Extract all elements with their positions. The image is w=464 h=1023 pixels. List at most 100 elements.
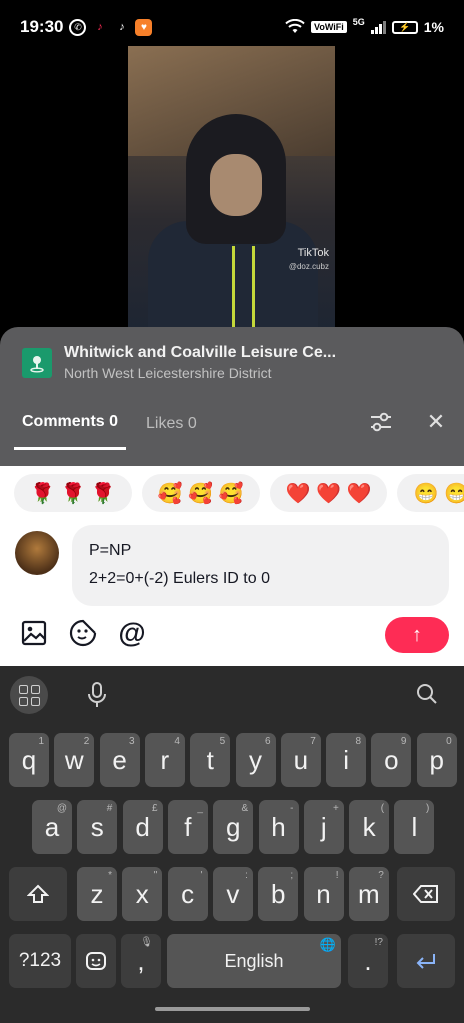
key-hint: ' xyxy=(200,870,203,881)
key-hint: 2 xyxy=(83,736,90,747)
location-subtitle: North West Leicestershire District xyxy=(64,365,272,381)
backspace-key[interactable] xyxy=(397,867,455,921)
key-o[interactable]: o9 xyxy=(371,733,412,787)
key-label: s xyxy=(90,811,104,842)
globe-icon: 🌐 xyxy=(319,937,336,952)
enter-icon xyxy=(416,954,435,969)
period-key[interactable]: . !? xyxy=(348,934,388,988)
emoji-chip-grin[interactable]: 😁 😁 xyxy=(397,474,464,512)
key-hint: ? xyxy=(378,870,384,881)
key-hint: 5 xyxy=(219,736,226,747)
key-j[interactable]: j + xyxy=(303,800,344,854)
key-a[interactable]: a @ xyxy=(32,800,72,854)
shift-key[interactable] xyxy=(9,867,67,921)
keyboard-menu-icon[interactable] xyxy=(10,676,48,714)
keyboard: q1w2e3r4t5y6u7i8o9p0 a @ s # d £ f _ g & h - j + k(l) … xyxy=(0,666,464,1023)
key-m[interactable]: m? xyxy=(348,867,389,921)
key-r[interactable]: r4 xyxy=(144,733,185,787)
tiktok-icon: ♪ xyxy=(119,21,125,33)
key-l[interactable]: l) xyxy=(394,800,435,854)
key-hint: £ xyxy=(152,803,158,814)
tiktok-watermark: TikTok @doz.cubz xyxy=(289,246,329,274)
network-type: 5G xyxy=(352,17,365,27)
image-icon[interactable] xyxy=(19,618,49,648)
period-key-hint: !? xyxy=(374,937,383,948)
key-hint: * xyxy=(108,870,112,881)
battery-percent: 1% xyxy=(423,19,444,35)
key-label: p xyxy=(429,744,444,775)
key-q[interactable]: q1 xyxy=(9,733,49,787)
comma-key[interactable]: , 🎙 xyxy=(121,934,161,988)
comment-input[interactable]: P=NP 2+2=0+(-2) Eulers ID to 0 xyxy=(72,525,449,606)
key-k[interactable]: k( xyxy=(349,800,390,854)
space-key[interactable]: English 🌐 xyxy=(167,934,341,988)
period-key-label: . xyxy=(364,945,372,976)
key-hint: ; xyxy=(290,870,294,881)
key-hint: 9 xyxy=(400,736,407,747)
key-n[interactable]: n! xyxy=(303,867,344,921)
comment-tabs: Comments 0 Likes 0 xyxy=(14,413,197,450)
key-hint: 7 xyxy=(310,736,316,747)
close-icon[interactable]: ✕ xyxy=(426,411,446,433)
key-d[interactable]: d £ xyxy=(122,800,163,854)
key-label: f xyxy=(184,811,192,842)
key-w[interactable]: w2 xyxy=(54,733,95,787)
key-e[interactable]: e3 xyxy=(99,733,140,787)
key-label: w xyxy=(64,744,84,775)
enter-key[interactable] xyxy=(397,934,455,988)
comments-sheet: Whitwick and Coalville Leisure Ce... Nor… xyxy=(0,327,464,467)
filter-icon[interactable] xyxy=(369,411,393,433)
key-hint: - xyxy=(290,803,294,814)
key-hint: 0 xyxy=(446,736,452,747)
key-label: t xyxy=(206,744,214,775)
tab-likes[interactable]: Likes 0 xyxy=(146,415,197,449)
location-row[interactable]: Whitwick and Coalville Leisure Ce... Nor… xyxy=(22,344,336,381)
key-label: j xyxy=(320,811,327,842)
microphone-icon[interactable] xyxy=(86,682,108,708)
key-f[interactable]: f _ xyxy=(167,800,208,854)
key-v[interactable]: v: xyxy=(212,867,253,921)
key-u[interactable]: u7 xyxy=(280,733,321,787)
key-hint: 4 xyxy=(174,736,180,747)
status-indicators: VoWiFi 5G ⚡ 1% xyxy=(285,17,444,35)
key-y[interactable]: y6 xyxy=(235,733,276,787)
key-t[interactable]: t5 xyxy=(190,733,231,787)
key-label: l xyxy=(411,811,418,842)
symbols-key[interactable]: ?123 xyxy=(9,934,71,988)
key-s[interactable]: s # xyxy=(77,800,118,854)
send-button[interactable]: ↑ xyxy=(385,617,449,653)
key-x[interactable]: x " xyxy=(122,867,163,921)
key-hint: & xyxy=(241,803,249,814)
key-label: n xyxy=(316,878,331,909)
key-h[interactable]: h- xyxy=(258,800,299,854)
search-icon[interactable] xyxy=(416,683,438,705)
key-hint: _ xyxy=(197,803,203,814)
notification-icons: ✆ ♪ ♪ ♥ xyxy=(69,18,153,36)
key-label: i xyxy=(343,744,349,775)
vowifi-badge: VoWiFi xyxy=(311,21,347,33)
emoji-chip-red-hearts[interactable]: ❤️ ❤️ ❤️ xyxy=(269,474,388,512)
key-z[interactable]: z * xyxy=(77,867,117,921)
mention-icon[interactable]: @ xyxy=(117,617,147,648)
tab-comments[interactable]: Comments 0 xyxy=(14,413,127,450)
key-label: r xyxy=(160,744,170,775)
key-b[interactable]: b; xyxy=(258,867,299,921)
key-label: m xyxy=(357,878,380,909)
notification-app-icon: ♥ xyxy=(135,18,153,36)
key-g[interactable]: g & xyxy=(213,800,254,854)
emoji-key[interactable] xyxy=(76,934,116,988)
location-pin-icon xyxy=(22,347,52,378)
gesture-nav-bar[interactable] xyxy=(155,1007,310,1011)
emoji-chip-roses[interactable]: 🌹 🌹 🌹 xyxy=(14,474,132,512)
key-hint: + xyxy=(332,803,339,814)
key-c[interactable]: c ' xyxy=(167,867,208,921)
video-preview[interactable]: TikTok @doz.cubz xyxy=(128,46,335,336)
emoji-chip-hearts-face[interactable]: 🥰 🥰 🥰 xyxy=(141,474,260,512)
key-label: a xyxy=(44,811,60,842)
key-hint: " xyxy=(153,870,158,881)
key-p[interactable]: p0 xyxy=(416,733,457,787)
key-label: x xyxy=(135,878,149,909)
key-i[interactable]: i8 xyxy=(326,733,367,787)
sticker-icon[interactable] xyxy=(68,618,98,648)
comma-mic-hint-icon: 🎙 xyxy=(140,937,153,948)
